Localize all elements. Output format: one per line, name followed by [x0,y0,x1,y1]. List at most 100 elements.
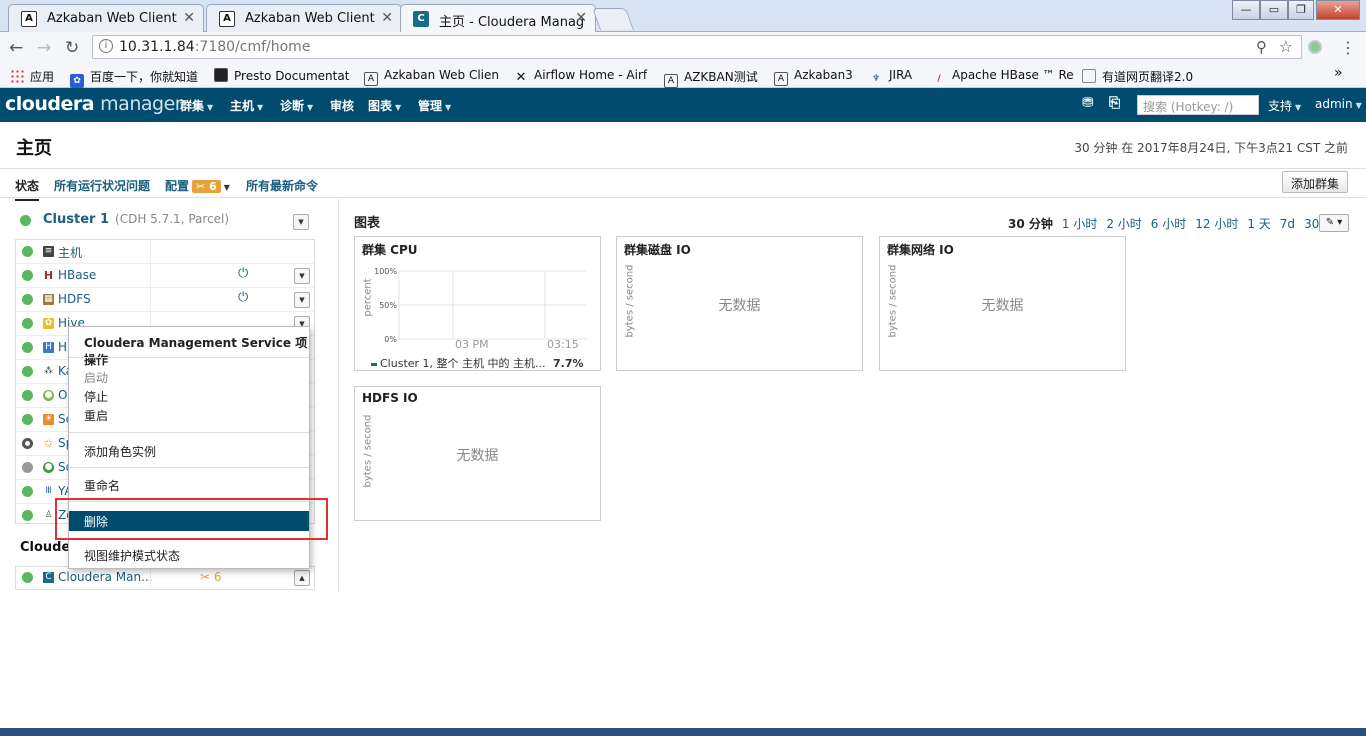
service-name[interactable]: HBase [58,268,96,282]
mgmt-actions-dropdown[interactable]: ▲ [294,570,310,586]
power-icon[interactable]: ⏻ [238,266,248,281]
menu-user[interactable]: admin ▼ [1315,97,1362,111]
no-data-label: 无数据 [718,298,761,314]
tab-health-issues[interactable]: 所有运行状况问题 [54,177,150,194]
menu-label: 管理 [418,99,443,113]
chart-cluster-cpu[interactable]: 群集 CPU percent 100% 50% 0% 03 PM 03:15 C… [354,236,601,371]
config-issues-indicator[interactable]: ✂ 6 [200,570,222,584]
forward-icon[interactable]: → [37,38,51,58]
time-marker[interactable]: 30 分钟 在 2017年8月24日, 下午3点21 CST 之前 [1074,139,1348,156]
menu-item-rename[interactable]: 重命名 [84,477,120,494]
column-divider [150,240,151,264]
range-2h[interactable]: 2 小时 [1106,217,1141,231]
service-name[interactable]: 主机 [58,244,82,261]
service-actions-dropdown[interactable]: ▼ [294,292,310,308]
menu-item-maintenance-state[interactable]: 视图维护模式状态 [84,547,180,564]
chart-title: HDFS IO [362,391,418,405]
chart-cluster-disk-io[interactable]: 群集磁盘 IO bytes / second 无数据 [616,236,863,371]
ytick: 100% [374,267,397,276]
url-host: 10.31.1.84 [119,39,195,55]
new-tab-button[interactable] [591,8,635,30]
bookmark-airflow[interactable]: ✕ Airflow Home - Airf [514,68,648,86]
bookmark-jira[interactable]: ♆ JIRA [869,68,912,87]
bookmark-azkaban[interactable]: A Azkaban Web Clien [364,68,499,86]
chart-hdfs-io[interactable]: HDFS IO bytes / second 无数据 [354,386,601,521]
service-name[interactable]: HDFS [58,292,91,306]
parcel-icon[interactable]: ⛃ [1082,95,1094,111]
menu-support[interactable]: 支持 ▼ [1268,97,1301,114]
cloudera-manager-logo[interactable]: cloudera manager [5,93,183,115]
close-tab-icon[interactable]: ✕ [183,10,195,26]
menu-clusters[interactable]: 群集 ▼ [180,97,213,114]
tab-recent-commands[interactable]: 所有最新命令 [246,177,318,194]
menu-label: 图表 [368,99,393,113]
health-ok-icon [22,486,33,497]
bookmark-azkaban3[interactable]: A Azkaban3 [774,68,853,86]
zoom-icon[interactable]: ⚲ [1256,38,1267,56]
mgmt-service-row[interactable]: C Cloudera Man... ✂ 6 ▲ [15,566,315,590]
service-row-hdfs[interactable]: ▦ HDFS ⏻ ▼ [16,288,314,312]
commands-icon[interactable]: ⎘ [1109,95,1120,111]
bookmark-star-icon[interactable]: ☆ [1279,37,1293,56]
info-icon[interactable]: i [99,39,113,53]
legend-value: 7.7% [553,357,584,370]
menu-hosts[interactable]: 主机 ▼ [230,97,263,114]
menu-charts[interactable]: 图表 ▼ [368,97,401,114]
bookmarks-overflow-button[interactable]: » [1334,65,1343,81]
menu-diagnostics[interactable]: 诊断 ▼ [280,97,313,114]
maximize-window-icon[interactable]: ❐ [1288,0,1314,20]
extension-icon[interactable] [1308,40,1322,54]
chart-cluster-network-io[interactable]: 群集网络 IO bytes / second 无数据 [879,236,1126,371]
xtick: 03 PM [455,338,489,351]
bookmark-hbase[interactable]: / Apache HBase ™ Re [932,68,1073,87]
caret-down-icon: ▼ [307,103,314,112]
tab-configuration[interactable]: 配置 ✂ 6 ▼ [165,177,230,194]
menu-item-add-role-instance[interactable]: 添加角色实例 [84,443,156,460]
edit-charts-button[interactable]: ✎ ▾ [1319,214,1349,232]
service-row-hosts[interactable]: ≡ 主机 [16,240,314,264]
mgmt-service-name[interactable]: Cloudera Man... [58,570,153,584]
range-1d[interactable]: 1 天 [1247,217,1270,231]
menu-label: 主机 [230,99,255,113]
browser-tab-cloudera[interactable]: C 主页 - Cloudera Manag ✕ [400,4,596,33]
bookmark-apps[interactable]: 应用 [10,68,54,85]
add-cluster-button[interactable]: 添加群集 [1281,171,1348,193]
panel-divider [338,199,339,591]
hue-icon: H [43,342,54,353]
chart-legend[interactable]: Cluster 1, 整个 主机 中的 主机... 7.7% [371,355,584,371]
menu-item-restart[interactable]: 重启 [84,407,108,424]
power-icon[interactable]: ⏻ [238,290,248,305]
range-7d[interactable]: 7d [1280,217,1295,231]
service-actions-dropdown[interactable]: ▼ [294,268,310,284]
bookmark-azkban-test[interactable]: A AZKBAN测试 [664,68,758,88]
cluster-actions-dropdown[interactable]: ▼ [293,214,309,230]
minimize-window-icon[interactable]: — [1232,0,1260,20]
mgmt-config-count: 6 [213,570,222,584]
close-window-icon[interactable]: ✕ [1316,0,1360,20]
restore-window-icon[interactable]: ▭ [1260,0,1288,20]
range-30m[interactable]: 30 分钟 [1008,217,1053,231]
bookmark-baidu[interactable]: ✿ 百度一下，你就知道 [70,68,198,88]
close-tab-icon[interactable]: ✕ [575,10,587,26]
cluster-title[interactable]: Cluster 1 (CDH 5.7.1, Parcel) [43,212,229,227]
menu-item-stop[interactable]: 停止 [84,388,108,405]
search-input[interactable]: 搜索 (Hotkey: /) [1137,95,1259,115]
highlight-annotation [55,498,328,540]
tab-status[interactable]: 状态 [15,177,40,201]
url-bar[interactable]: i 10.31.1.84:7180/cmf/home ⚲ ☆ [92,35,1302,59]
browser-tab-azkaban-1[interactable]: A Azkaban Web Client ✕ [8,4,204,32]
browser-menu-icon[interactable]: ⋮ [1340,38,1356,57]
browser-tab-azkaban-2[interactable]: A Azkaban Web Client ✕ [206,4,402,32]
menu-audit[interactable]: 审核 [330,97,354,114]
range-1h[interactable]: 1 小时 [1062,217,1097,231]
close-tab-icon[interactable]: ✕ [381,10,393,26]
menu-admin[interactable]: 管理 ▼ [418,97,451,114]
range-6h[interactable]: 6 小时 [1151,217,1186,231]
back-icon[interactable]: ← [9,38,23,58]
bookmark-label: JIRA [889,68,913,82]
bookmark-presto[interactable]: Presto Documentat [214,68,349,83]
reload-icon[interactable]: ↻ [65,38,79,58]
range-12h[interactable]: 12 小时 [1195,217,1238,231]
bookmark-youdao[interactable]: 有道网页翻译2.0 [1082,68,1193,85]
service-row-hbase[interactable]: H HBase ⏻ ▼ [16,264,314,288]
